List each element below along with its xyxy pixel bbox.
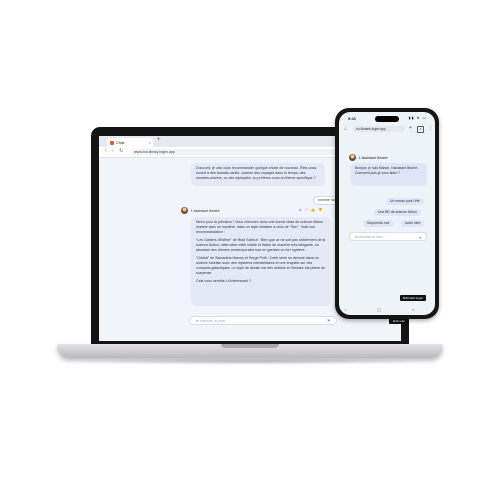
bot-author: L'assistant libraire bbox=[181, 207, 220, 214]
phone-bot-greeting: Bonjour, je suis Manon, l'assistant libr… bbox=[351, 163, 427, 186]
message-actions-icons[interactable]: ⧉ ↺ 👍 👎 bbox=[299, 208, 324, 212]
avatar bbox=[349, 154, 356, 161]
new-tab-icon[interactable]: + bbox=[157, 137, 161, 143]
phone-bot-author-name: L'assistant libraire bbox=[359, 155, 388, 160]
phone-address-bar: ⌂ ou-librairie.ingen.app + 1 ⋮ bbox=[343, 125, 433, 134]
new-tab-icon[interactable]: + bbox=[409, 125, 412, 131]
url-field[interactable]: www.bot-library.ingen.app bbox=[131, 149, 361, 155]
laptop-shadow bbox=[75, 358, 425, 365]
tab-title: Chat bbox=[116, 140, 125, 145]
status-icons: ▮▮ ≋ ▭ bbox=[408, 116, 427, 120]
suggestion-chip-summer[interactable]: Un roman pour l'été bbox=[386, 198, 424, 205]
favicon-icon bbox=[110, 140, 114, 145]
chat-input[interactable]: Je cherche un livre... ➤ bbox=[189, 316, 337, 325]
recommendation-intro: Merci pour la précision ! Vous cherchez … bbox=[196, 220, 324, 234]
browser-tab[interactable]: Chat × bbox=[107, 138, 153, 147]
phone-chat-input-placeholder: Je cherche un livre... bbox=[354, 235, 386, 239]
home-icon[interactable]: ⌂ bbox=[344, 126, 347, 132]
recommendation-book-1: "Les Cahiers d'Esther" de Riad Sattouf :… bbox=[196, 238, 326, 252]
tabs-count-icon[interactable]: 1 bbox=[417, 126, 424, 133]
chat-input-placeholder: Je cherche un livre... bbox=[195, 319, 229, 323]
phone-nav-icons[interactable]: ‹ ▢ ⌂ bbox=[339, 307, 435, 312]
avatar bbox=[181, 207, 188, 214]
phone-chat-input[interactable]: Je cherche un livre... ➤ bbox=[349, 232, 427, 241]
suggestion-chip-surprise[interactable]: Surprends-moi bbox=[363, 220, 394, 227]
phone-menu-icon[interactable]: ⋮ bbox=[428, 125, 433, 131]
recommendation-book-2: "Orbital" de Samantha Harvey et Serge Pe… bbox=[196, 256, 326, 275]
laptop-notch bbox=[221, 344, 279, 348]
phone-url-field[interactable]: ou-librairie.ingen.app bbox=[353, 126, 405, 132]
suggestion-chip-other[interactable]: Autre idée bbox=[401, 220, 425, 227]
laptop-base bbox=[57, 344, 443, 358]
close-tab-icon[interactable]: × bbox=[149, 138, 151, 147]
dynamic-island bbox=[375, 116, 399, 122]
bot-message-intro: D'accord, je vais vous recommander quelq… bbox=[191, 163, 325, 186]
recommendation-closing: Cela vous semble-t-il intéressant ? bbox=[196, 279, 252, 283]
suggestion-chip-scifi[interactable]: Une BD de science fiction bbox=[374, 209, 421, 216]
phone-built-with-badge[interactable]: Built with Ingen bbox=[400, 295, 426, 301]
phone-bot-author: L'assistant libraire bbox=[349, 154, 388, 161]
phone-screen: 9:41 ▮▮ ≋ ▭ ⌂ ou-librairie.ingen.app + 1… bbox=[339, 112, 435, 315]
bot-author-name: L'assistant libraire bbox=[191, 208, 220, 213]
phone-send-icon[interactable]: ➤ bbox=[419, 233, 422, 242]
phone: 9:41 ▮▮ ≋ ▭ ⌂ ou-librairie.ingen.app + 1… bbox=[335, 108, 439, 319]
nav-arrows-icon[interactable]: ‹ › ↻ bbox=[105, 148, 125, 154]
send-icon[interactable]: ➤ bbox=[327, 317, 331, 326]
phone-time: 9:41 bbox=[348, 116, 357, 121]
bot-message-recommendation: Merci pour la précision ! Vous cherchez … bbox=[191, 217, 331, 306]
